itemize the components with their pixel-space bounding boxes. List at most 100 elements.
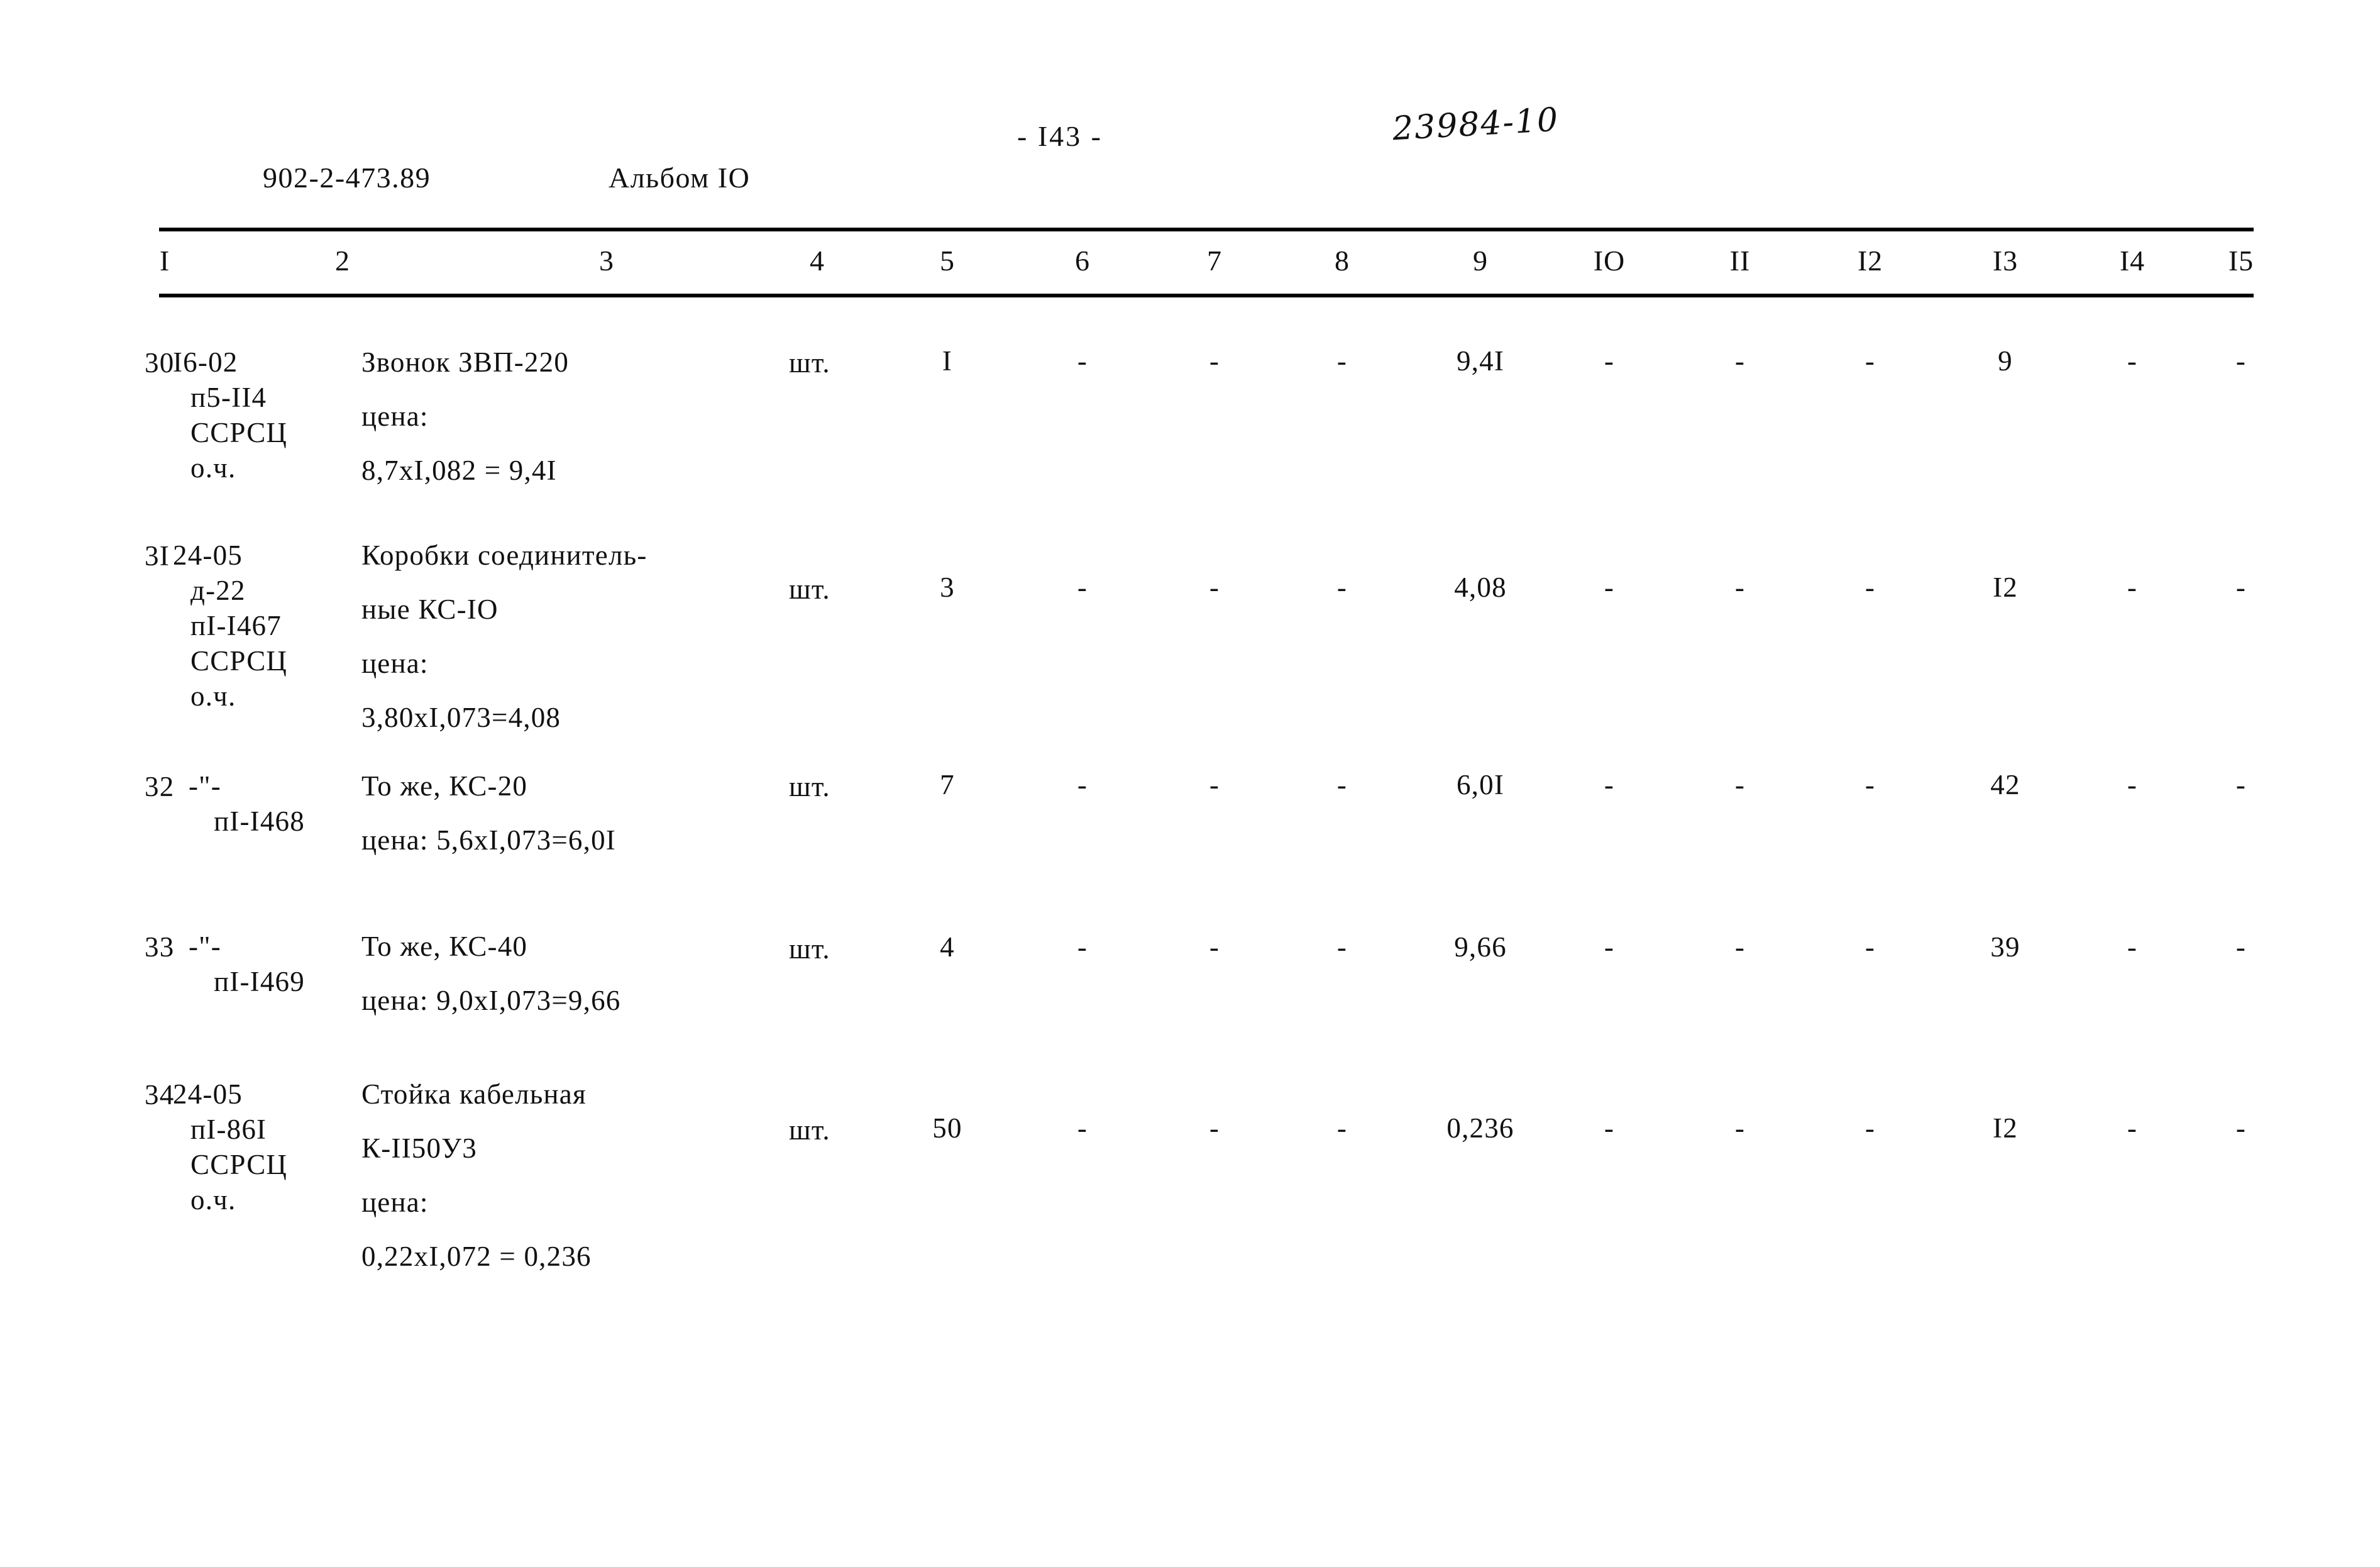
column-header-2: 2 (335, 245, 350, 277)
row-name-line: цена: 5,6хI,073=6,0I (361, 824, 616, 856)
row-cell-col11: - (1734, 931, 1746, 963)
row-code-line: ССРСЦ (190, 417, 288, 448)
row-cell-col15: - (2235, 1112, 2247, 1144)
row-code-line: I6-02 (173, 346, 238, 378)
row-name-line: 8,7хI,082 = 9,4I (361, 455, 557, 486)
row-cell-col15: - (2235, 769, 2247, 800)
row-cell-col11: - (1734, 345, 1746, 377)
row-code-line: 24-05 (173, 540, 243, 571)
row-unit: шт. (789, 573, 830, 605)
row-code-line: пI-I469 (214, 966, 305, 997)
row-name-line: Коробки соединитель- (361, 540, 647, 571)
table-rule-bottom (159, 294, 2254, 297)
row-cell-col15: - (2235, 345, 2247, 377)
column-header-12: I2 (1857, 245, 1883, 277)
column-header-14: I4 (2119, 245, 2146, 277)
page-number: - I43 - (1017, 120, 1103, 152)
row-cell-col9: 6,0I (1456, 769, 1505, 800)
row-code-line: 24-05 (173, 1078, 243, 1110)
row-item-number: 3I (145, 540, 170, 572)
row-cell-col11: - (1734, 572, 1746, 603)
row-cell-col12: - (1865, 931, 1876, 963)
row-cell-col13: I2 (1993, 1112, 2018, 1144)
column-header-1: I (159, 245, 170, 277)
column-header-9: 9 (1473, 245, 1488, 277)
row-code-line: ССРСЦ (190, 1149, 288, 1180)
row-cell-col9: 4,08 (1454, 572, 1507, 603)
column-header-6: 6 (1075, 245, 1090, 277)
row-cell-col5: I (942, 345, 953, 377)
row-cell-col11: - (1734, 1112, 1746, 1144)
row-code-line: пI-86I (190, 1114, 267, 1145)
row-cell-col10: - (1604, 931, 1615, 963)
row-item-number: 33 (145, 931, 175, 963)
row-name-line: 3,80хI,073=4,08 (361, 702, 561, 733)
row-cell-col12: - (1865, 572, 1876, 603)
row-cell-col8: - (1336, 931, 1348, 963)
document-page: 902-2-473.89 Альбом IO - I43 - 23984-10 … (0, 0, 2380, 1567)
row-code-line: о.ч. (190, 680, 236, 712)
row-cell-col13: 39 (1990, 931, 2020, 963)
row-code-line: -"- (189, 770, 221, 802)
row-cell-col11: - (1734, 769, 1746, 800)
row-code-line: п5-II4 (190, 382, 267, 413)
row-unit: шт. (789, 933, 830, 965)
column-header-7: 7 (1207, 245, 1222, 277)
row-cell-col5: 50 (932, 1112, 962, 1144)
row-cell-col6: - (1077, 769, 1088, 800)
row-cell-col6: - (1077, 572, 1088, 603)
row-name-line: ные КС-IO (361, 594, 499, 625)
row-cell-col9: 9,4I (1456, 345, 1505, 377)
column-header-11: II (1729, 245, 1751, 277)
column-header-3: 3 (599, 245, 614, 277)
column-header-13: I3 (1992, 245, 2019, 277)
column-header-5: 5 (940, 245, 955, 277)
row-code-line: пI-I468 (214, 806, 305, 837)
row-cell-col10: - (1604, 345, 1615, 377)
row-cell-col13: I2 (1993, 572, 2018, 603)
row-cell-col13: 9 (1998, 345, 2013, 377)
row-name-line: цена: (361, 648, 429, 679)
document-code: 902-2-473.89 (263, 162, 431, 194)
row-cell-col5: 7 (940, 769, 955, 800)
row-cell-col7: - (1209, 931, 1220, 963)
row-cell-col12: - (1865, 769, 1876, 800)
row-code-line: пI-I467 (190, 610, 282, 641)
row-cell-col7: - (1209, 769, 1220, 800)
row-item-number: 34 (145, 1079, 175, 1110)
row-cell-col7: - (1209, 345, 1220, 377)
row-name-line: То же, КС-40 (361, 931, 528, 962)
handwritten-stamp: 23984-10 (1391, 101, 1560, 148)
row-unit: шт. (789, 771, 830, 802)
row-cell-col6: - (1077, 931, 1088, 963)
album-label: Альбом IO (609, 162, 751, 194)
row-item-number: 30 (145, 347, 175, 379)
row-cell-col10: - (1604, 572, 1615, 603)
row-code-line: д-22 (190, 575, 246, 606)
row-code-line: о.ч. (190, 452, 236, 484)
column-header-8: 8 (1335, 245, 1350, 277)
row-cell-col7: - (1209, 572, 1220, 603)
row-cell-col15: - (2235, 572, 2247, 603)
row-cell-col8: - (1336, 769, 1348, 800)
row-code-line: -"- (189, 931, 221, 962)
row-code-line: о.ч. (190, 1184, 236, 1215)
row-unit: шт. (789, 347, 830, 379)
row-cell-col6: - (1077, 1112, 1088, 1144)
row-name-line: Звонок ЗВП-220 (361, 346, 570, 378)
row-cell-col10: - (1604, 769, 1615, 800)
column-header-15: I5 (2228, 245, 2254, 277)
row-code-line: ССРСЦ (190, 645, 288, 677)
row-name-line: К-II50У3 (361, 1132, 477, 1164)
row-unit: шт. (789, 1114, 830, 1146)
row-item-number: 32 (145, 771, 175, 802)
row-cell-col5: 4 (940, 931, 955, 963)
column-header-10: IO (1593, 245, 1626, 277)
row-cell-col10: - (1604, 1112, 1615, 1144)
row-name-line: Стойка кабельная (361, 1078, 587, 1110)
row-cell-col12: - (1865, 345, 1876, 377)
row-cell-col7: - (1209, 1112, 1220, 1144)
row-cell-col8: - (1336, 572, 1348, 603)
row-name-line: цена: (361, 401, 429, 432)
row-name-line: цена: (361, 1187, 429, 1218)
